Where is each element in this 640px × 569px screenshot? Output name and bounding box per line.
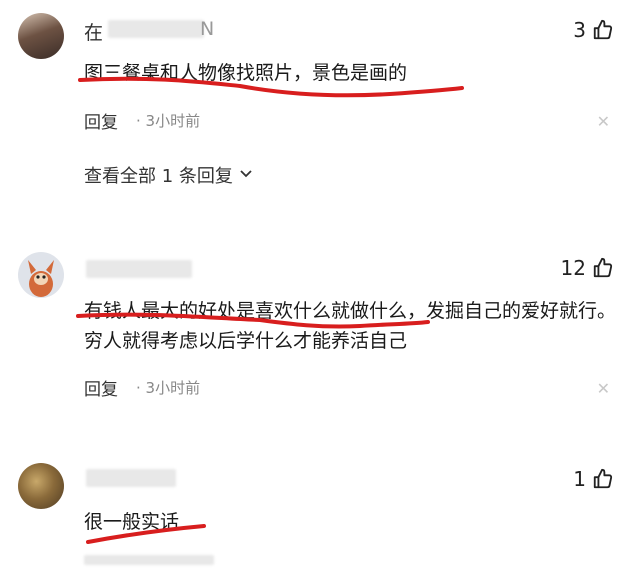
thumbs-up-icon [592,19,614,41]
username-redacted [108,20,204,38]
comment-meta: 回复 · 3小时前 [84,108,200,133]
username-redacted[interactable] [86,469,176,487]
timestamp: · 3小时前 [136,379,201,397]
chevron-down-icon [239,165,253,186]
like-button[interactable]: 1 [573,467,614,491]
close-icon[interactable]: ✕ [597,379,610,398]
username-suffix: N [200,18,215,40]
username[interactable]: 在 [84,18,103,45]
comment-text: 很一般实话 [84,511,180,533]
like-button[interactable]: 3 [573,18,614,42]
like-button[interactable]: 12 [561,256,614,280]
comment-text: 图三餐桌和人物像找照片，景色是画的 [84,62,408,84]
comment-item: 12 有钱人最大的好处是喜欢什么就做什么，发掘自己的爱好就行。穷人就得考虑以后学… [0,240,640,440]
thumbs-up-icon [592,468,614,490]
reply-button[interactable]: 回复 [84,375,118,400]
avatar[interactable] [18,463,64,509]
like-count: 1 [573,467,586,491]
comment-meta: 回复 · 3小时前 [84,375,200,400]
comment-text: 有钱人最大的好处是喜欢什么就做什么，发掘自己的爱好就行。穷人就得考虑以后学什么才… [84,300,617,352]
view-all-label: 查看全部 1 条回复 [84,166,233,187]
view-all-replies-link[interactable]: 查看全部 1 条回复 [84,162,253,188]
thumbs-up-icon [592,257,614,279]
reply-button[interactable]: 回复 [84,108,118,133]
timestamp: · 3小时前 [136,112,201,130]
comment-item: 1 很一般实话 [0,455,640,569]
avatar[interactable] [18,252,64,298]
footer-redacted [84,555,214,565]
comment-item: 在 N 3 图三餐桌和人物像找照片，景色是画的 回复 · 3小时前 ✕ 查看全部… [0,0,640,230]
close-icon[interactable]: ✕ [597,112,610,131]
like-count: 12 [560,256,586,280]
username-redacted[interactable] [86,260,192,278]
avatar[interactable] [18,13,64,59]
like-count: 3 [573,18,586,42]
